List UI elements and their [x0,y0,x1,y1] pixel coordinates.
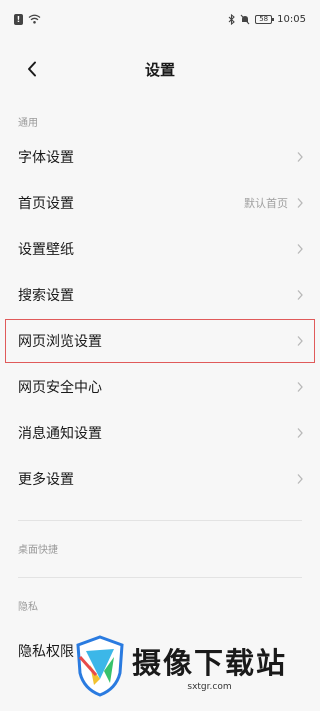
menu-item-label: 消息通知设置 [18,426,102,442]
menu-item-notification-settings[interactable]: 消息通知设置 [0,410,320,456]
menu-item-label: 字体设置 [18,150,74,166]
chevron-left-icon [28,61,36,77]
menu-item-label: 搜索设置 [18,288,74,304]
menu-item-label: 更多设置 [18,472,74,488]
menu-item-font-settings[interactable]: 字体设置 [0,134,320,180]
back-button[interactable] [20,57,44,81]
menu-item-label: 隐私权限 [18,644,74,660]
section-desktop-shortcut-label: 桌面快捷 [18,545,58,556]
watermark-logo-icon [76,635,124,697]
menu-item-homepage-settings[interactable]: 首页设置 默认首页 [0,180,320,226]
chevron-right-icon [297,336,303,346]
chevron-right-icon [297,152,303,162]
chevron-right-icon [297,198,303,208]
page-header: 设置 [0,38,320,100]
section-divider [18,520,302,521]
general-settings-list: 字体设置 首页设置 默认首页 设置壁纸 搜索设置 网页浏览设置 网页安全中心 消… [0,134,320,502]
watermark-title: 摄像下载站 [132,646,288,680]
bluetooth-icon [228,13,235,25]
menu-item-value: 默认首页 [244,197,288,210]
section-divider [18,577,302,578]
clock-time: 10:05 [277,13,306,25]
watermark-overlay: 摄像下载站 sxtgr.com [74,631,320,701]
battery-icon: 58 [255,14,275,24]
menu-item-web-browsing-settings[interactable]: 网页浏览设置 [4,318,316,364]
menu-item-wallpaper-settings[interactable]: 设置壁纸 [0,226,320,272]
chevron-right-icon [297,244,303,254]
menu-item-label: 首页设置 [18,196,74,212]
section-general-label: 通用 [18,118,38,129]
chevron-right-icon [297,474,303,484]
menu-item-web-security-center[interactable]: 网页安全中心 [0,364,320,410]
wifi-icon [28,14,41,24]
status-bar: ! 58 10:05 [0,0,320,38]
menu-item-label: 网页安全中心 [18,380,102,396]
menu-item-label: 设置壁纸 [18,242,74,258]
chevron-right-icon [297,428,303,438]
watermark-url: sxtgr.com [187,682,232,692]
notification-alert-icon: ! [14,13,23,25]
menu-item-search-settings[interactable]: 搜索设置 [0,272,320,318]
mute-bell-icon [240,14,250,25]
chevron-right-icon [297,290,303,300]
menu-item-more-settings[interactable]: 更多设置 [0,456,320,502]
menu-item-label: 网页浏览设置 [18,334,102,350]
chevron-right-icon [297,382,303,392]
page-title: 设置 [144,60,175,79]
section-privacy-label: 隐私 [18,602,38,613]
